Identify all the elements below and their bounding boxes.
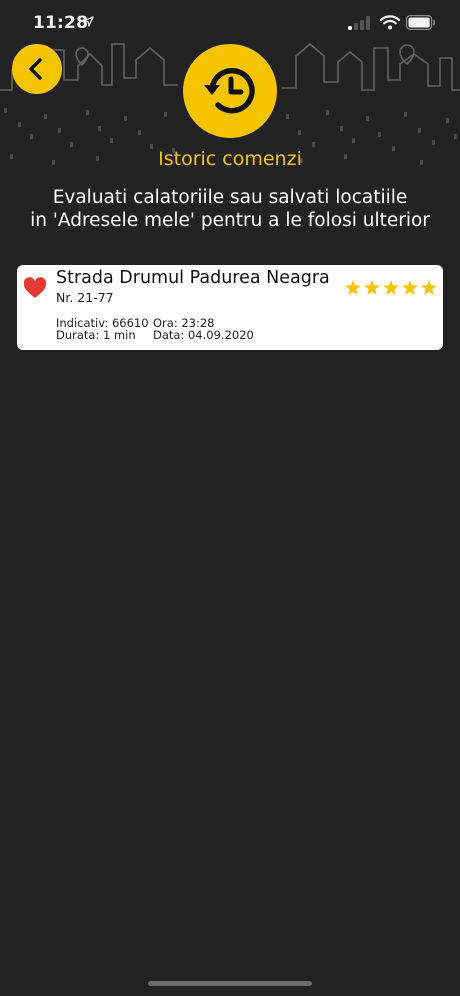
chevron-left-icon: [29, 58, 42, 80]
trip-durata: Durata: 1 min: [56, 328, 136, 342]
page-title: Istoric comenzi: [158, 148, 302, 170]
rating-star-2-icon[interactable]: [364, 280, 380, 295]
rating-star-4-icon[interactable]: [402, 280, 418, 295]
instructions-text: Evaluati calatoriile sau salvati locatii…: [10, 186, 450, 232]
rating-star-1-icon[interactable]: [345, 280, 361, 295]
history-badge: [183, 44, 277, 138]
wifi-icon: [380, 15, 400, 30]
rating-stars[interactable]: [345, 280, 437, 295]
trip-data: Data: 04.09.2020: [153, 328, 254, 342]
history-clock-icon: [204, 68, 255, 114]
home-indicator[interactable]: [148, 981, 312, 986]
favorite-heart-icon[interactable]: [23, 277, 47, 299]
battery-icon: [406, 15, 436, 30]
rating-star-3-icon[interactable]: [383, 280, 399, 295]
cellular-signal-icon: [348, 16, 370, 30]
instructions-line-1: Evaluati calatoriile sau salvati locatii…: [52, 187, 408, 208]
trip-street: Strada Drumul Padurea Neagra: [56, 268, 330, 288]
location-arrow-icon: [83, 16, 94, 27]
rating-star-5-icon[interactable]: [421, 280, 437, 295]
back-button[interactable]: [12, 44, 62, 94]
trip-card[interactable]: Strada Drumul Padurea Neagra Nr. 21-77 I…: [17, 265, 443, 350]
trip-street-number: Nr. 21-77: [56, 290, 114, 305]
instructions-line-2: in 'Adresele mele' pentru a le folosi ul…: [30, 210, 430, 231]
